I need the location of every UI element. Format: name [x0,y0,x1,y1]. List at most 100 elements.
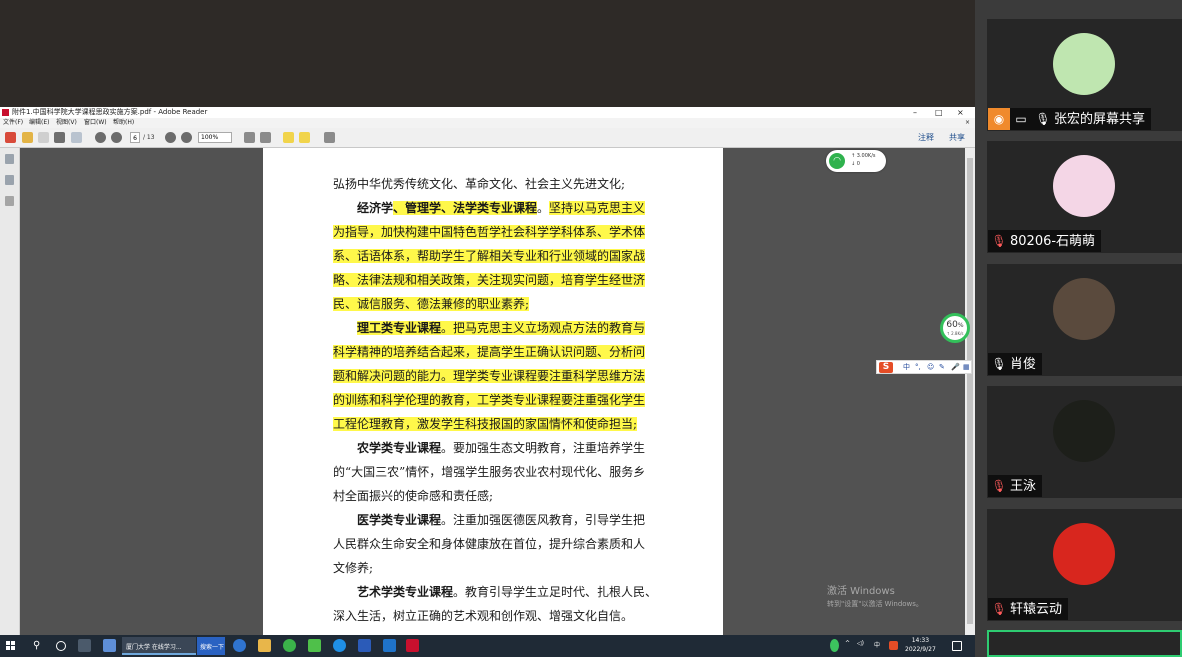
punctuation-toggle[interactable]: °, [915,362,921,373]
taskbar-app-search[interactable]: 搜索一下 [197,637,225,655]
share-link[interactable]: 共享 [949,132,965,143]
highlighted-text: 的训练和科学伦理的教育，工学类专业课程要注重强化学生 [333,393,646,407]
highlighted-text: 民、诚信服务、德法兼修的职业素养; [333,297,530,311]
adobe-reader-taskbar-icon[interactable] [406,639,419,652]
highlighted-text: 系、话语体系，帮助学生了解相关专业和行业领域的国家战 [333,249,646,263]
task-view-icon[interactable] [78,639,91,652]
fit-page-icon[interactable] [244,132,255,143]
start-button[interactable] [6,641,16,651]
save-icon[interactable] [38,132,49,143]
page-number-input[interactable]: 6 [130,132,140,143]
notification-icon[interactable] [952,641,962,651]
participant-card-active[interactable] [987,630,1182,657]
maximize-button[interactable]: □ [935,107,943,118]
emoji-icon[interactable]: ☺ [927,362,934,373]
create-pdf-icon[interactable] [5,132,16,143]
taskbar-app-browser[interactable]: 厦门大学 在线学习... [122,637,196,655]
qq-browser-icon[interactable] [333,639,346,652]
wechat-icon[interactable] [308,639,321,652]
avatar [1053,155,1115,217]
speaker-tray-icon[interactable]: ◁) [857,640,864,647]
highlighted-text: 、管理学、法学类专业课程 [393,201,538,215]
cortana-icon[interactable] [56,641,66,651]
document-line: 人民群众生命安全和身体健康放在首位，提升综合素质和人 [333,536,645,552]
bookmarks-icon[interactable] [5,175,14,185]
search-icon[interactable]: ⚲ [33,640,40,652]
network-tray-icon[interactable] [830,639,839,652]
participant-name-bar: 🎙 王泳 [988,475,1043,497]
document-text: 。 [537,201,550,215]
handwriting-icon[interactable]: ✎ [939,362,945,373]
participant-card[interactable]: 🎙 轩辕云动 [987,509,1182,621]
next-page-icon[interactable] [111,132,122,143]
open-folder-icon[interactable] [22,132,33,143]
highlight-icon[interactable] [299,132,310,143]
sogou-tray-icon[interactable] [889,641,898,650]
taskbar-clock[interactable]: 14:33 2022/9/27 [905,636,936,654]
file-explorer-icon[interactable] [258,639,271,652]
participant-card[interactable]: 🎙 王泳 [987,386,1182,498]
document-line: 艺术学类专业课程。教育引导学生立足时代、扎根人民、 [357,584,657,600]
browser-360-icon[interactable] [283,639,296,652]
mic-off-icon: 🎙 [991,479,1007,493]
sogou-logo-icon[interactable]: S [879,362,893,373]
prev-page-icon[interactable] [95,132,106,143]
highlighted-text: 。把马克思主义立场观点方法的教育与 [441,321,646,335]
close-button[interactable]: × [957,107,964,118]
comment-icon[interactable] [283,132,294,143]
menu-file[interactable]: 文件(F) [3,118,23,128]
vertical-scrollbar[interactable] [965,148,975,635]
watermark-line-1: 激活 Windows [827,586,895,597]
ime-toolbar[interactable]: S 中 °, ☺ ✎ 🎤 ▦ [876,360,972,374]
email-icon[interactable] [71,132,82,143]
participant-name-bar: 🎙 肖俊 [988,353,1043,375]
document-line: 的训练和科学伦理的教育，工学类专业课程要注重强化学生 [333,392,646,408]
zoom-select[interactable]: 100% [198,132,232,143]
fullscreen-icon[interactable] [324,132,335,143]
window-title: 附件1.中国科学院大学课程思政实施方案.pdf - Adobe Reader [12,108,208,116]
toolbox-icon[interactable]: ▦ [963,362,970,373]
close-doc-icon[interactable]: × [965,118,970,128]
scrollbar-thumb[interactable] [967,158,973,624]
participant-card[interactable]: 🎙 肖俊 [987,264,1182,376]
ie-icon[interactable] [233,639,246,652]
language-tray-icon[interactable]: 中 [874,640,880,649]
usage-value: 60 [946,320,958,330]
menu-window[interactable]: 窗口(W) [84,118,107,128]
meeting-app-icon[interactable] [383,639,396,652]
document-line: 的“大国三农”情怀，增强学生服务农业农村现代化、服务乡 [333,464,645,480]
wifi-icon: ◠ [829,153,845,169]
participant-card[interactable]: ◉ ▭ 🎙 张宏的屏幕共享 [987,19,1182,131]
clock-time: 14:33 [911,637,930,644]
network-speed-widget[interactable]: ◠ ↑ 3.00K/s ↓ 0 [826,150,886,172]
menu-help[interactable]: 帮助(H) [113,118,134,128]
print-icon[interactable] [54,132,65,143]
attachments-icon[interactable] [5,196,14,206]
word-icon[interactable] [358,639,371,652]
document-line: 民、诚信服务、德法兼修的职业素养; [333,296,530,312]
participant-card[interactable]: 🎙 80206-石萌萌 [987,141,1182,253]
usage-unit: % [957,322,964,329]
download-speed: ↓ 0 [851,161,860,167]
highlighted-text: 略、法律法规和相关政策，关注现实问题，培育学生经世济 [333,273,646,287]
menu-view[interactable]: 视图(V) [56,118,77,128]
document-text: 的“大国三农”情怀，增强学生服务农业农村现代化、服务乡 [333,465,646,479]
zoom-in-icon[interactable] [181,132,192,143]
avatar [1053,278,1115,340]
memory-usage-widget[interactable]: 60% ↑ 2.8K/s [940,313,970,343]
ime-mode-toggle[interactable]: 中 [903,362,910,373]
tray-overflow-icon[interactable]: ^ [845,640,850,647]
document-line: 农学类专业课程。要加强生态文明教育，注重培养学生 [357,440,645,456]
menu-edit[interactable]: 编辑(E) [29,118,49,128]
page-thumbnails-icon[interactable] [5,154,14,164]
minimize-button[interactable]: – [913,107,917,118]
widgets-icon[interactable] [103,639,116,652]
avatar [1053,400,1115,462]
usage-speed: ↑ 2.8K/s [946,331,964,336]
highlighted-text: 理工类专业课程 [357,321,442,335]
annotate-link[interactable]: 注释 [918,132,934,143]
voice-icon[interactable]: 🎤 [951,362,960,373]
highlighted-text: 科学精神的培养结合起来，提高学生正确认识问题、分析问 [333,345,646,359]
zoom-out-icon[interactable] [165,132,176,143]
fit-width-icon[interactable] [260,132,271,143]
